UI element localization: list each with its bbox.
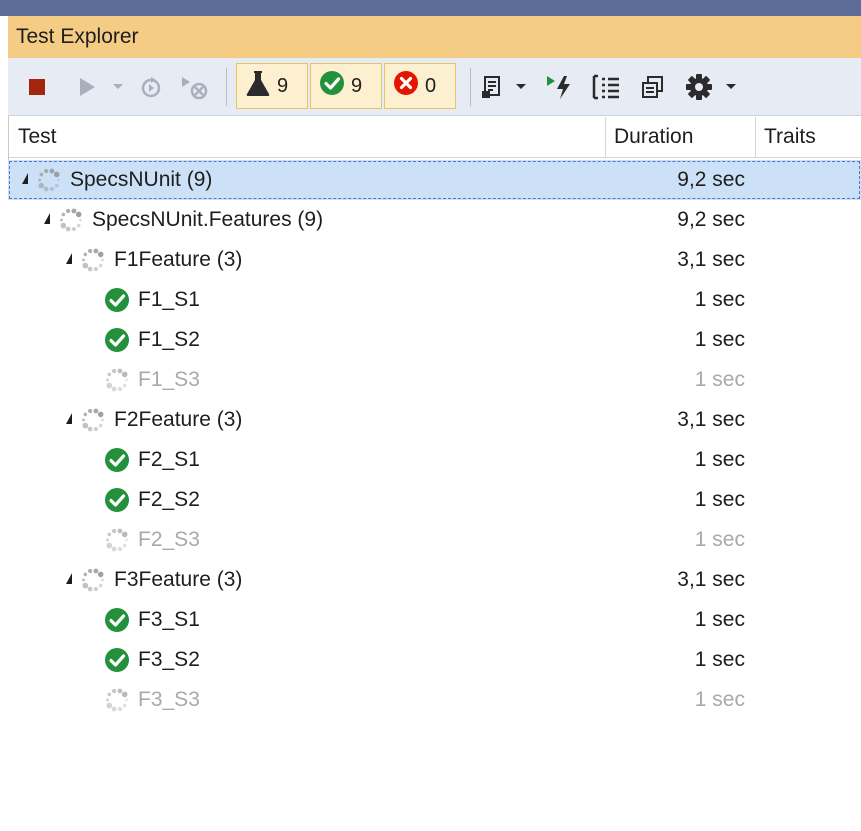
tree-group-row[interactable]: SpecsNUnit (9) 9,2 sec: [8, 160, 861, 200]
test-explorer-window: Test Explorer 9 9 0 Test Duration Traits…: [0, 0, 861, 831]
rerun-icon[interactable]: [136, 72, 166, 102]
test-name: SpecsNUnit.Features (9): [92, 208, 324, 231]
test-name: F2_S2: [138, 488, 200, 511]
expand-arrow-icon[interactable]: [66, 253, 72, 264]
playlist-icon[interactable]: [478, 72, 508, 102]
test-duration: 3,1 sec: [677, 408, 745, 431]
expand-arrow-icon[interactable]: [22, 173, 28, 184]
running-status-icon: [80, 407, 106, 433]
test-row[interactable]: F3_S3 1 sec: [8, 680, 861, 720]
passed-status-icon: [104, 647, 130, 673]
column-divider[interactable]: [755, 117, 756, 157]
test-name: F3Feature (3): [114, 568, 243, 591]
passed-status-icon: [104, 287, 130, 313]
test-duration: 1 sec: [694, 328, 745, 351]
test-duration: 3,1 sec: [677, 248, 745, 271]
test-duration: 1 sec: [694, 688, 745, 711]
passed-status-icon: [104, 447, 130, 473]
group-by-icon[interactable]: [590, 72, 624, 102]
tree-group-row[interactable]: F1Feature (3) 3,1 sec: [8, 240, 861, 280]
test-duration: 1 sec: [694, 448, 745, 471]
total-count: 9: [277, 74, 289, 97]
test-name: F1_S2: [138, 328, 200, 351]
run-icon[interactable]: [74, 74, 100, 100]
tree-group-row[interactable]: F2Feature (3) 3,1 sec: [8, 400, 861, 440]
running-status-icon: [80, 247, 106, 273]
cancel-icon[interactable]: [178, 72, 212, 102]
toolbar-separator: [226, 68, 227, 106]
test-duration: 9,2 sec: [677, 168, 745, 191]
toolbar: 9 9 0: [8, 58, 861, 116]
test-name: F3_S2: [138, 648, 200, 671]
settings-icon[interactable]: [682, 70, 716, 104]
expand-arrow-icon[interactable]: [44, 213, 50, 224]
test-name: F1_S1: [138, 288, 200, 311]
total-tests-filter[interactable]: 9: [236, 63, 308, 109]
test-duration: 1 sec: [694, 368, 745, 391]
failed-icon: [393, 70, 419, 102]
test-duration: 3,1 sec: [677, 568, 745, 591]
test-duration: 1 sec: [694, 488, 745, 511]
test-duration: 1 sec: [694, 648, 745, 671]
flask-icon: [245, 69, 271, 103]
copy-icon[interactable]: [638, 72, 668, 102]
passed-status-icon: [104, 607, 130, 633]
window-title: Test Explorer: [8, 16, 861, 58]
expand-arrow-icon[interactable]: [66, 573, 72, 584]
test-name: F2_S3: [138, 528, 200, 551]
expand-arrow-icon[interactable]: [66, 413, 72, 424]
playlist-dropdown-icon[interactable]: [514, 80, 528, 94]
passed-tests-filter[interactable]: 9: [310, 63, 382, 109]
settings-dropdown-icon[interactable]: [724, 80, 738, 94]
test-name: F3_S1: [138, 608, 200, 631]
test-duration: 1 sec: [694, 528, 745, 551]
test-row[interactable]: F1_S1 1 sec: [8, 280, 861, 320]
test-row[interactable]: F3_S2 1 sec: [8, 640, 861, 680]
stop-icon[interactable]: [26, 76, 48, 98]
test-duration: 9,2 sec: [677, 208, 745, 231]
test-tree: SpecsNUnit (9) 9,2 sec SpecsNUnit.Features…: [8, 160, 861, 831]
run-dropdown-icon[interactable]: [110, 80, 126, 94]
column-divider[interactable]: [605, 117, 606, 157]
passed-status-icon: [104, 327, 130, 353]
test-duration: 1 sec: [694, 288, 745, 311]
test-name: F2Feature (3): [114, 408, 243, 431]
running-status-icon: [58, 207, 84, 233]
run-failed-icon[interactable]: [544, 72, 576, 102]
test-name: F1_S3: [138, 368, 200, 391]
passed-icon: [319, 70, 345, 102]
test-duration: 1 sec: [694, 608, 745, 631]
test-row[interactable]: F2_S2 1 sec: [8, 480, 861, 520]
passed-count: 9: [351, 74, 363, 97]
column-header-duration[interactable]: Duration: [614, 117, 693, 157]
tree-group-row[interactable]: SpecsNUnit.Features (9) 9,2 sec: [8, 200, 861, 240]
tree-group-row[interactable]: F3Feature (3) 3,1 sec: [8, 560, 861, 600]
pending-status-icon: [104, 527, 130, 553]
pending-status-icon: [104, 367, 130, 393]
column-headers: Test Duration Traits: [8, 117, 861, 158]
window-top-strip: [0, 0, 861, 16]
test-row[interactable]: F3_S1 1 sec: [8, 600, 861, 640]
failed-tests-filter[interactable]: 0: [384, 63, 456, 109]
column-header-test[interactable]: Test: [18, 117, 57, 157]
test-row[interactable]: F2_S1 1 sec: [8, 440, 861, 480]
test-row[interactable]: F1_S2 1 sec: [8, 320, 861, 360]
test-name: F1Feature (3): [114, 248, 243, 271]
failed-count: 0: [425, 74, 437, 97]
passed-status-icon: [104, 487, 130, 513]
test-name: SpecsNUnit (9): [70, 168, 213, 191]
pending-status-icon: [104, 687, 130, 713]
running-status-icon: [80, 567, 106, 593]
test-name: F2_S1: [138, 448, 200, 471]
column-header-traits[interactable]: Traits: [764, 117, 816, 157]
test-name: F3_S3: [138, 688, 200, 711]
toolbar-separator: [470, 68, 471, 106]
test-row[interactable]: F1_S3 1 sec: [8, 360, 861, 400]
test-row[interactable]: F2_S3 1 sec: [8, 520, 861, 560]
running-status-icon: [36, 167, 62, 193]
